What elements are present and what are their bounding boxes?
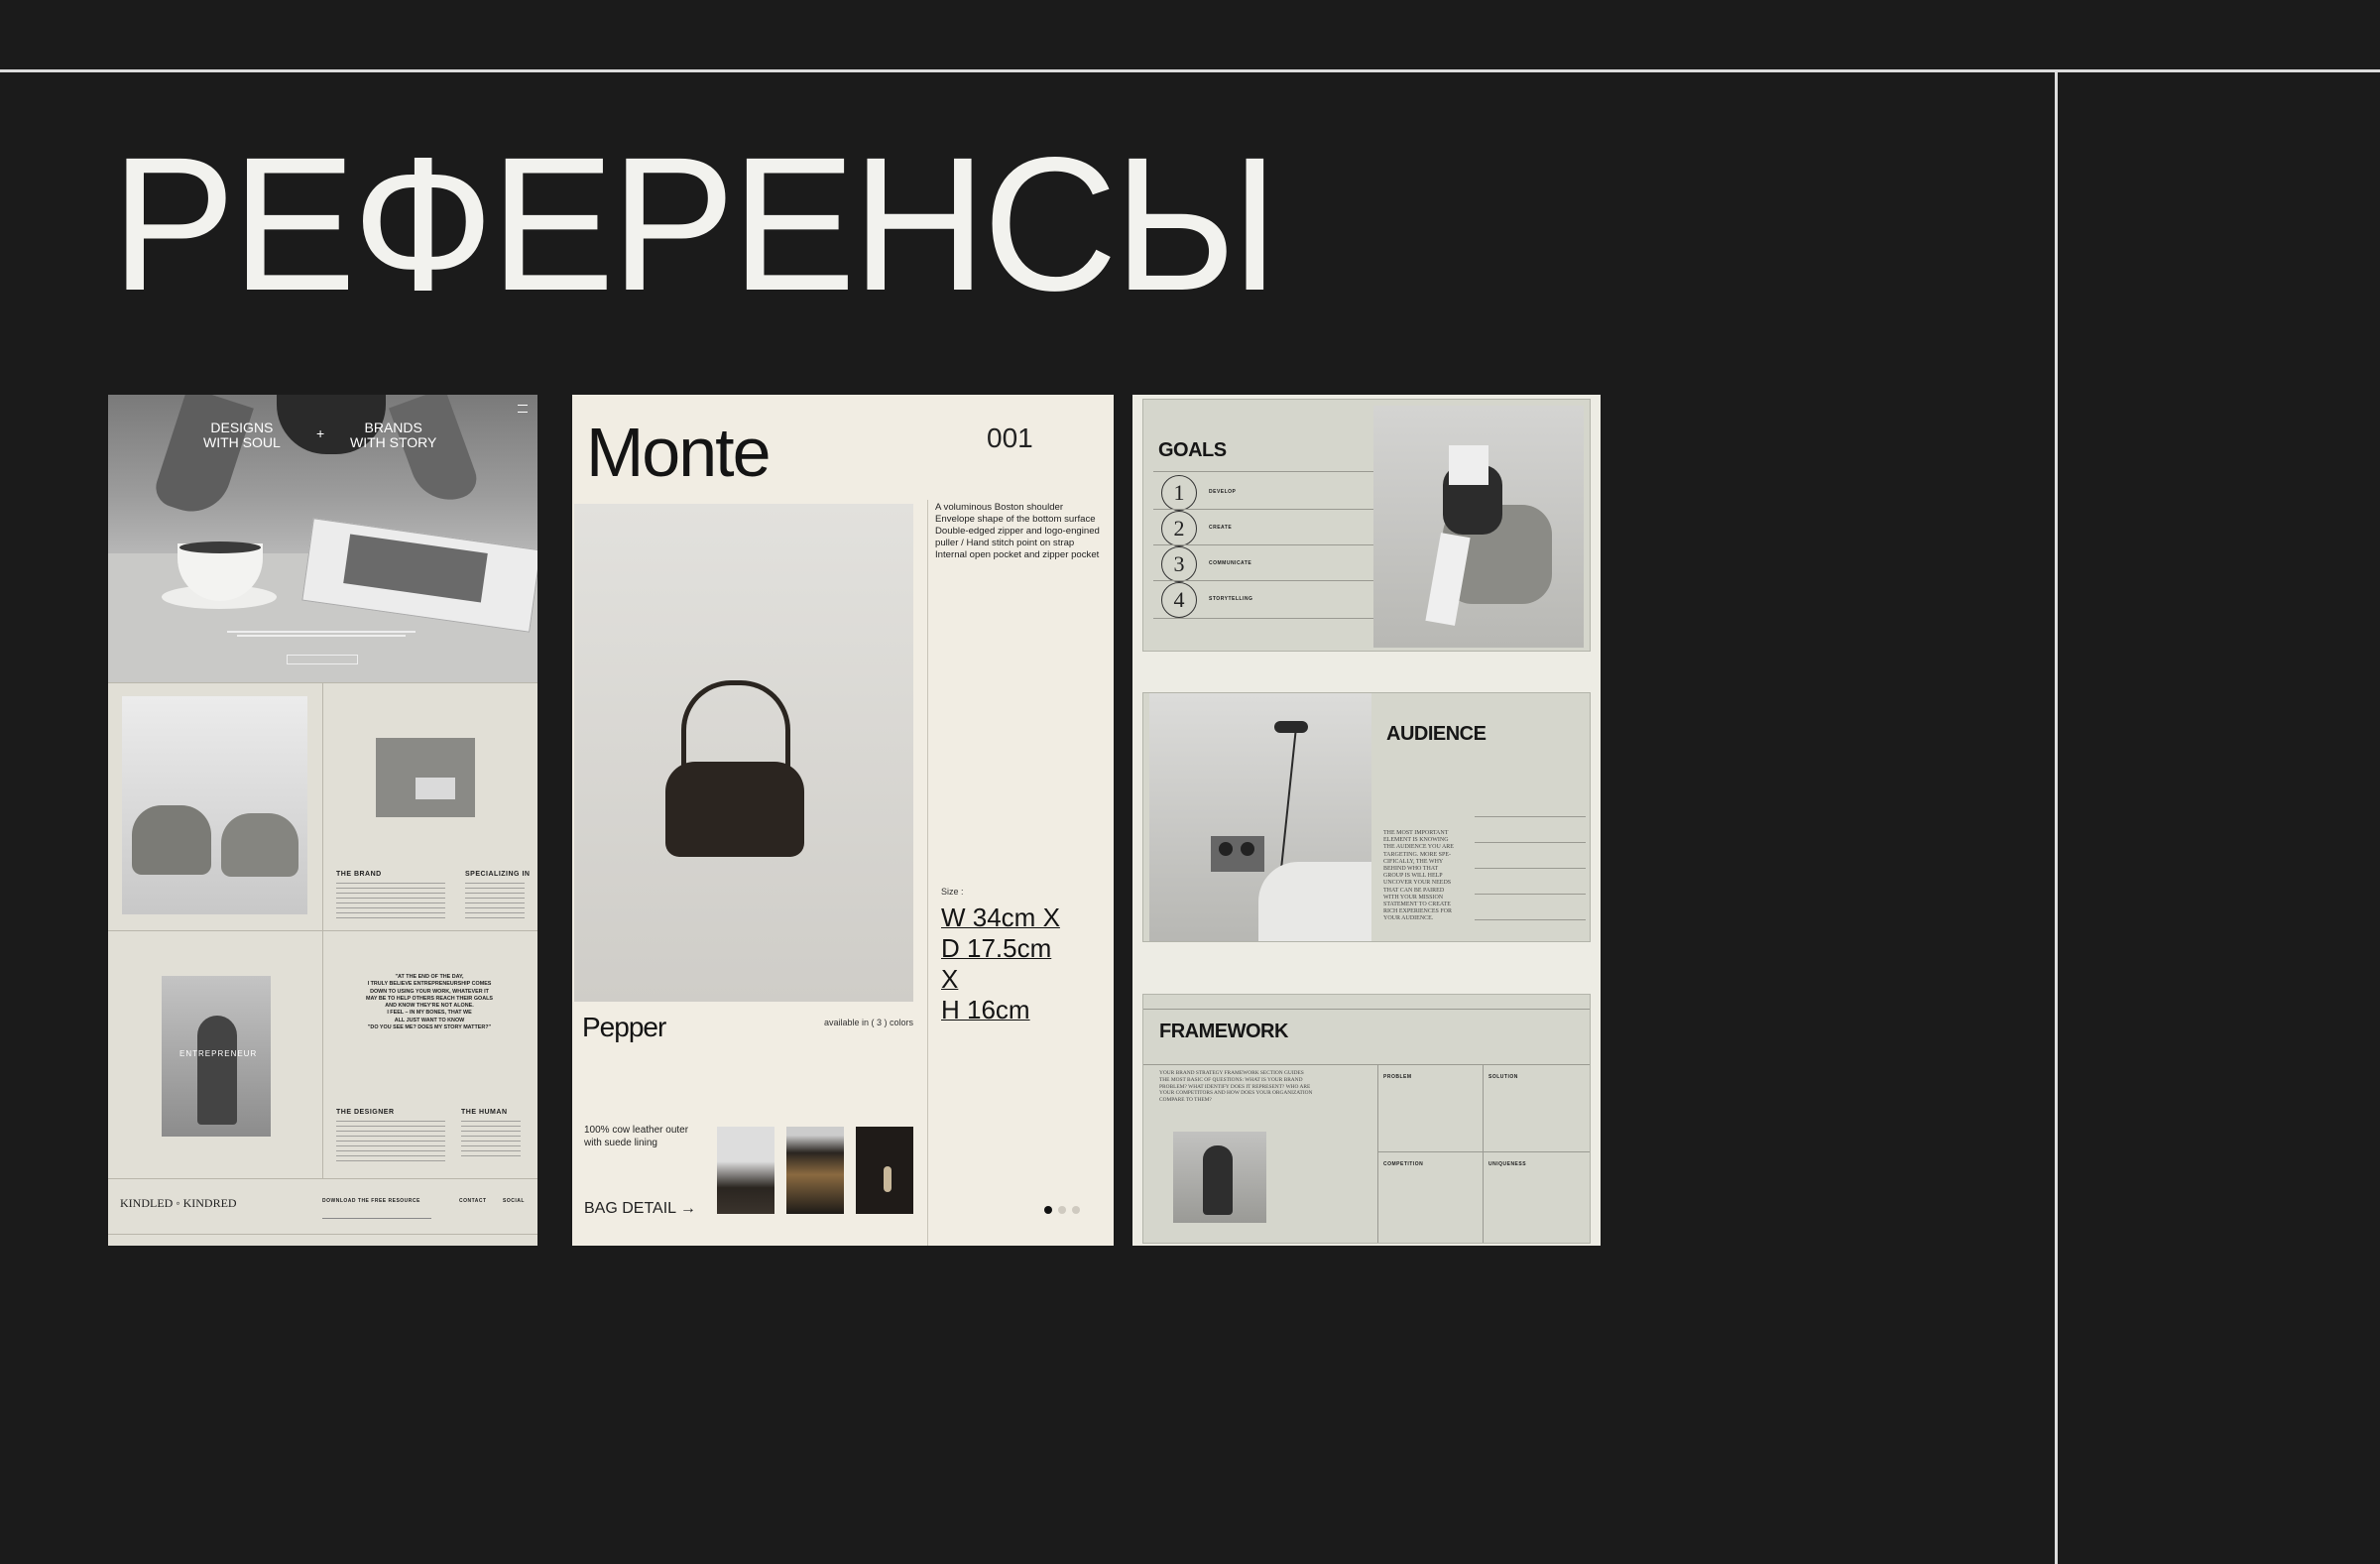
photo-lounge-chairs <box>122 696 307 914</box>
goal-number-4: 4 <box>1161 582 1197 618</box>
goal-label-2: CREATE <box>1209 525 1233 531</box>
audience-title: AUDIENCE <box>1386 723 1487 745</box>
designer-body-text <box>336 1121 445 1164</box>
size-height: H 16cm <box>941 995 1030 1024</box>
goal-label-1: DEVELOP <box>1209 489 1237 495</box>
email-field[interactable] <box>322 1218 431 1219</box>
framework-title: FRAMEWORK <box>1159 1021 1288 1042</box>
quote-text: "AT THE END OF THE DAY, I TRULY BELIEVE … <box>366 974 493 1031</box>
carousel-dot[interactable] <box>1072 1206 1080 1214</box>
size-x: X <box>941 964 959 994</box>
solution-heading: SOLUTION <box>1488 1074 1518 1080</box>
photo-lamp-room <box>1149 693 1371 941</box>
thumbnail-3[interactable] <box>856 1127 913 1214</box>
carousel-dot-active[interactable] <box>1044 1206 1052 1214</box>
specializing-list <box>465 883 525 918</box>
photo-laptop-chair <box>376 738 475 817</box>
photo-reader-chair <box>1373 406 1584 648</box>
uniqueness-heading: UNIQUENESS <box>1488 1161 1527 1167</box>
brand-name: Monte <box>586 414 772 491</box>
menu-icon[interactable] <box>518 405 528 413</box>
download-heading: DOWNLOAD THE FREE RESOURCE <box>322 1198 420 1204</box>
hero-heading-brands: BRANDS WITH STORY <box>350 420 437 450</box>
specializing-in-heading: SPECIALIZING IN <box>465 871 531 878</box>
carousel-dot[interactable] <box>1058 1206 1066 1214</box>
goal-label-3: COMMUNICATE <box>1209 560 1252 566</box>
reference-image-product-page: Monte 001 A voluminous Boston shoulder E… <box>572 395 1114 1246</box>
hero-caption <box>227 629 416 639</box>
goal-number-3: 3 <box>1161 546 1197 582</box>
brand-body-text <box>336 883 445 918</box>
size-label: Size : <box>941 887 964 897</box>
hero-plus: + <box>316 425 325 441</box>
color-availability: available in ( 3 ) colors <box>824 1018 914 1027</box>
reference-image-brand-slides: GOALS 1 DEVELOP 2 CREATE 3 COMMUNICATE 4… <box>1132 395 1601 1246</box>
entrepreneur-overlay: ENTREPRENEUR <box>179 1049 258 1058</box>
the-brand-heading: THE BRAND <box>336 871 382 878</box>
thumbnail-2[interactable] <box>786 1127 844 1214</box>
bag-detail-link[interactable]: BAG DETAIL → <box>584 1200 696 1218</box>
reference-image-website: DESIGNS WITH SOUL + BRANDS WITH STORY TH… <box>108 395 537 1246</box>
product-name: Pepper <box>582 1012 666 1042</box>
product-description: A voluminous Boston shoulder Envelope sh… <box>935 502 1100 560</box>
photo-man-portrait <box>1173 1132 1266 1223</box>
contact-heading: CONTACT <box>459 1198 487 1204</box>
thumbnail-1[interactable] <box>717 1127 774 1214</box>
slide-goals: GOALS 1 DEVELOP 2 CREATE 3 COMMUNICATE 4… <box>1142 399 1591 652</box>
item-number: 001 <box>987 422 1033 453</box>
footer-logo: KINDLED ◦ KINDRED <box>120 1196 237 1210</box>
goal-number-1: 1 <box>1161 475 1197 511</box>
page-title: РЕФЕРЕНСЫ <box>111 117 1279 330</box>
hero-heading-designs: DESIGNS WITH SOUL <box>203 420 281 450</box>
the-human-heading: THE HUMAN <box>461 1109 508 1116</box>
framework-text: YOUR BRAND STRATEGY FRAMEWORK SECTION GU… <box>1159 1070 1313 1103</box>
size-width: W 34cm X <box>941 902 1060 932</box>
slide-framework: FRAMEWORK YOUR BRAND STRATEGY FRAMEWORK … <box>1142 994 1591 1244</box>
material-text: 100% cow leather outer with suede lining <box>584 1125 689 1148</box>
social-heading: SOCIAL <box>503 1198 525 1204</box>
photo-entrepreneur: ENTREPRENEUR <box>162 976 271 1137</box>
goal-number-2: 2 <box>1161 511 1197 546</box>
goal-label-4: STORYTELLING <box>1209 596 1253 602</box>
slide-audience: AUDIENCE THE MOST IMPORTANT ELEMENT IS K… <box>1142 692 1591 942</box>
right-divider-line <box>2055 71 2058 1564</box>
hero-cta-button[interactable] <box>287 655 358 664</box>
audience-text: THE MOST IMPORTANT ELEMENT IS KNOWING TH… <box>1383 830 1454 922</box>
competition-heading: COMPETITION <box>1383 1161 1424 1167</box>
hero-photo-hands-coffee: DESIGNS WITH SOUL + BRANDS WITH STORY <box>108 395 537 682</box>
the-designer-heading: THE DESIGNER <box>336 1109 395 1116</box>
size-depth: D 17.5cm <box>941 933 1052 963</box>
goals-title: GOALS <box>1158 439 1227 461</box>
photo-handbag <box>574 504 913 1002</box>
top-divider-line <box>0 69 2380 72</box>
human-list <box>461 1121 521 1160</box>
problem-heading: PROBLEM <box>1383 1074 1412 1080</box>
